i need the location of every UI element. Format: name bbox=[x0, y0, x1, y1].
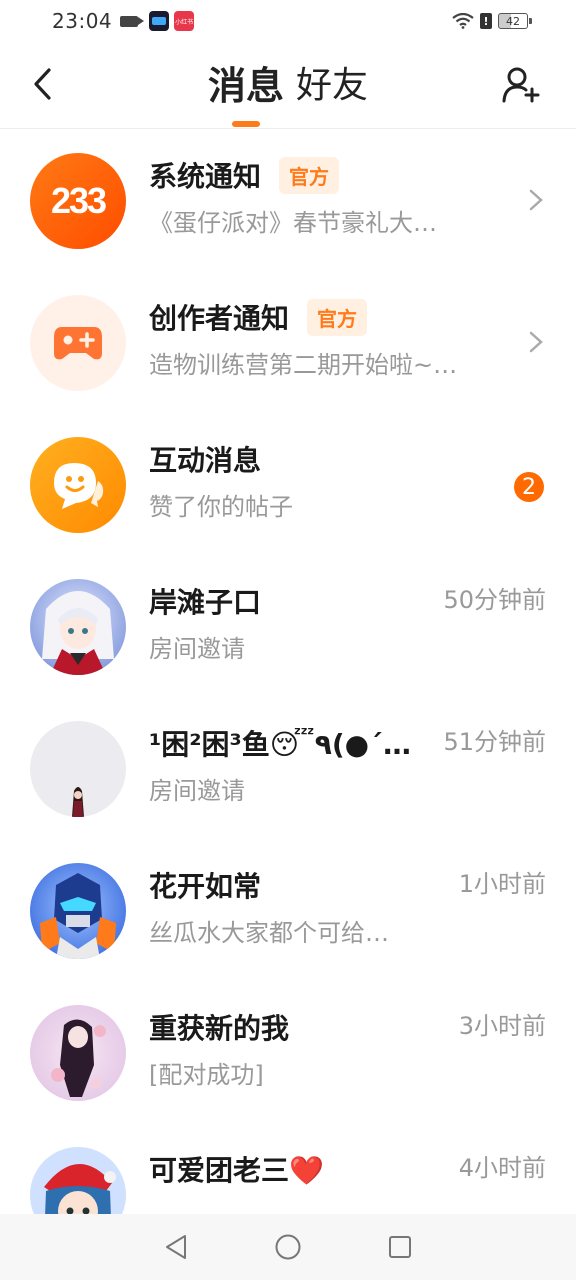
active-tab-indicator bbox=[231, 121, 260, 127]
message-time: 3小时前 bbox=[458, 1012, 546, 1040]
tab-friends-label: 好友 bbox=[296, 65, 369, 106]
chat-bubble-smile-icon bbox=[54, 463, 104, 509]
list-item-subtitle: 赞了你的帖子 bbox=[149, 493, 293, 521]
character-avatar-image bbox=[72, 787, 84, 817]
tab-messages[interactable]: 消息 bbox=[207, 62, 284, 127]
nav-recents-button[interactable] bbox=[380, 1227, 420, 1267]
nav-home-button[interactable] bbox=[268, 1227, 308, 1267]
list-item-title: 岸滩子口 bbox=[149, 586, 262, 619]
list-item-system-notice[interactable]: 233 系统通知 官方 《蛋仔派对》春节豪礼大… bbox=[0, 130, 576, 272]
robot-avatar-image bbox=[40, 873, 116, 959]
unread-count-badge: 2 bbox=[514, 472, 544, 502]
list-item-title: 系统通知 bbox=[149, 160, 262, 193]
battery-icon: 42 bbox=[498, 13, 532, 29]
tab-bar: 消息 好友 bbox=[0, 62, 576, 127]
list-item-subtitle: [配对成功] bbox=[149, 1061, 264, 1089]
tab-friends[interactable]: 好友 bbox=[296, 62, 368, 110]
system-notice-avatar: 233 bbox=[30, 153, 126, 249]
tab-messages-label: 消息 bbox=[207, 64, 284, 108]
character-avatar-image bbox=[51, 1019, 106, 1097]
list-item-chat[interactable]: ¹困²困³鱼😴٩(●´… 房间邀请 51分钟前 bbox=[0, 698, 576, 840]
avatar[interactable] bbox=[30, 1005, 126, 1101]
square-recents-icon bbox=[389, 1236, 411, 1258]
interactions-avatar bbox=[30, 437, 126, 533]
list-item-chat[interactable]: 花开如常 丝瓜水大家都个可给… 1小时前 bbox=[0, 840, 576, 982]
gamepad-icon bbox=[54, 327, 102, 360]
status-bar: 23:04 小红书 ! 42 bbox=[0, 0, 576, 42]
title-row: 互动消息 bbox=[149, 437, 576, 481]
list-item-subtitle: 《蛋仔派对》春节豪礼大… bbox=[149, 209, 437, 237]
message-time: 1小时前 bbox=[458, 870, 546, 898]
status-time: 23:04 bbox=[52, 9, 113, 33]
title-row: 系统通知 官方 bbox=[149, 153, 576, 197]
status-right-icons: ! 42 bbox=[452, 13, 532, 29]
add-friend-button[interactable] bbox=[498, 62, 544, 108]
app-notification-icon bbox=[149, 11, 170, 31]
xiaohongshu-icon: 小红书 bbox=[174, 11, 195, 31]
alert-icon: ! bbox=[480, 13, 492, 29]
list-item-creator-notice[interactable]: 创作者通知 官方 造物训练营第二期开始啦~… bbox=[0, 272, 576, 414]
list-item-body: 互动消息 赞了你的帖子 bbox=[149, 437, 576, 533]
list-item-subtitle: 房间邀请 bbox=[149, 777, 245, 805]
list-item-chat[interactable]: 岸滩子口 房间邀请 50分钟前 bbox=[0, 556, 576, 698]
list-item-title: 创作者通知 bbox=[149, 302, 290, 335]
chevron-right-icon bbox=[529, 331, 543, 353]
list-item-title: 可爱团老三❤️ bbox=[149, 1154, 324, 1187]
avatar-logo-text: 233 bbox=[50, 180, 107, 221]
header: 消息 好友 bbox=[0, 42, 576, 129]
list-item-subtitle: 造物训练营第二期开始啦~… bbox=[149, 351, 458, 379]
list-item-interactions[interactable]: 互动消息 赞了你的帖子 2 bbox=[0, 414, 576, 556]
message-list[interactable]: 233 系统通知 官方 《蛋仔派对》春节豪礼大… 创作者通知 官方 造物训练营第… bbox=[0, 130, 576, 1214]
status-left-icons: 小红书 bbox=[120, 11, 195, 31]
list-item-chat[interactable]: 可爱团老三❤️ 4小时前 bbox=[0, 1124, 576, 1214]
list-item-title: 重获新的我 bbox=[149, 1012, 290, 1045]
avatar[interactable] bbox=[30, 863, 126, 959]
list-item-body: 创作者通知 官方 造物训练营第二期开始啦~… bbox=[149, 295, 576, 391]
list-item-title: ¹困²困³鱼😴٩(●´… bbox=[149, 728, 412, 761]
character-avatar-image bbox=[44, 1163, 116, 1214]
list-item-title: 花开如常 bbox=[149, 870, 262, 903]
list-item-subtitle: 丝瓜水大家都个可给… bbox=[149, 919, 389, 947]
circle-home-icon bbox=[275, 1234, 301, 1260]
message-time: 50分钟前 bbox=[443, 586, 546, 614]
wifi-icon bbox=[452, 13, 474, 29]
avatar[interactable] bbox=[30, 579, 126, 675]
avatar[interactable] bbox=[30, 1147, 126, 1214]
system-nav-bar bbox=[0, 1214, 576, 1280]
chevron-right-icon bbox=[529, 189, 543, 211]
add-user-icon bbox=[502, 67, 540, 103]
message-time: 51分钟前 bbox=[443, 728, 546, 756]
list-item-chat[interactable]: 重获新的我 [配对成功] 3小时前 bbox=[0, 982, 576, 1124]
list-item-title: 互动消息 bbox=[149, 444, 262, 477]
nav-back-button[interactable] bbox=[156, 1227, 196, 1267]
official-badge: 官方 bbox=[307, 298, 368, 336]
triangle-back-icon bbox=[166, 1235, 186, 1259]
title-row: 创作者通知 官方 bbox=[149, 295, 576, 339]
creator-notice-avatar bbox=[30, 295, 126, 391]
official-badge: 官方 bbox=[279, 156, 340, 194]
avatar[interactable] bbox=[30, 721, 126, 817]
message-time: 4小时前 bbox=[458, 1154, 546, 1182]
video-camera-icon bbox=[120, 15, 145, 27]
anime-avatar-image bbox=[42, 591, 114, 675]
list-item-subtitle: 房间邀请 bbox=[149, 635, 245, 663]
list-item-body: 系统通知 官方 《蛋仔派对》春节豪礼大… bbox=[149, 153, 576, 249]
